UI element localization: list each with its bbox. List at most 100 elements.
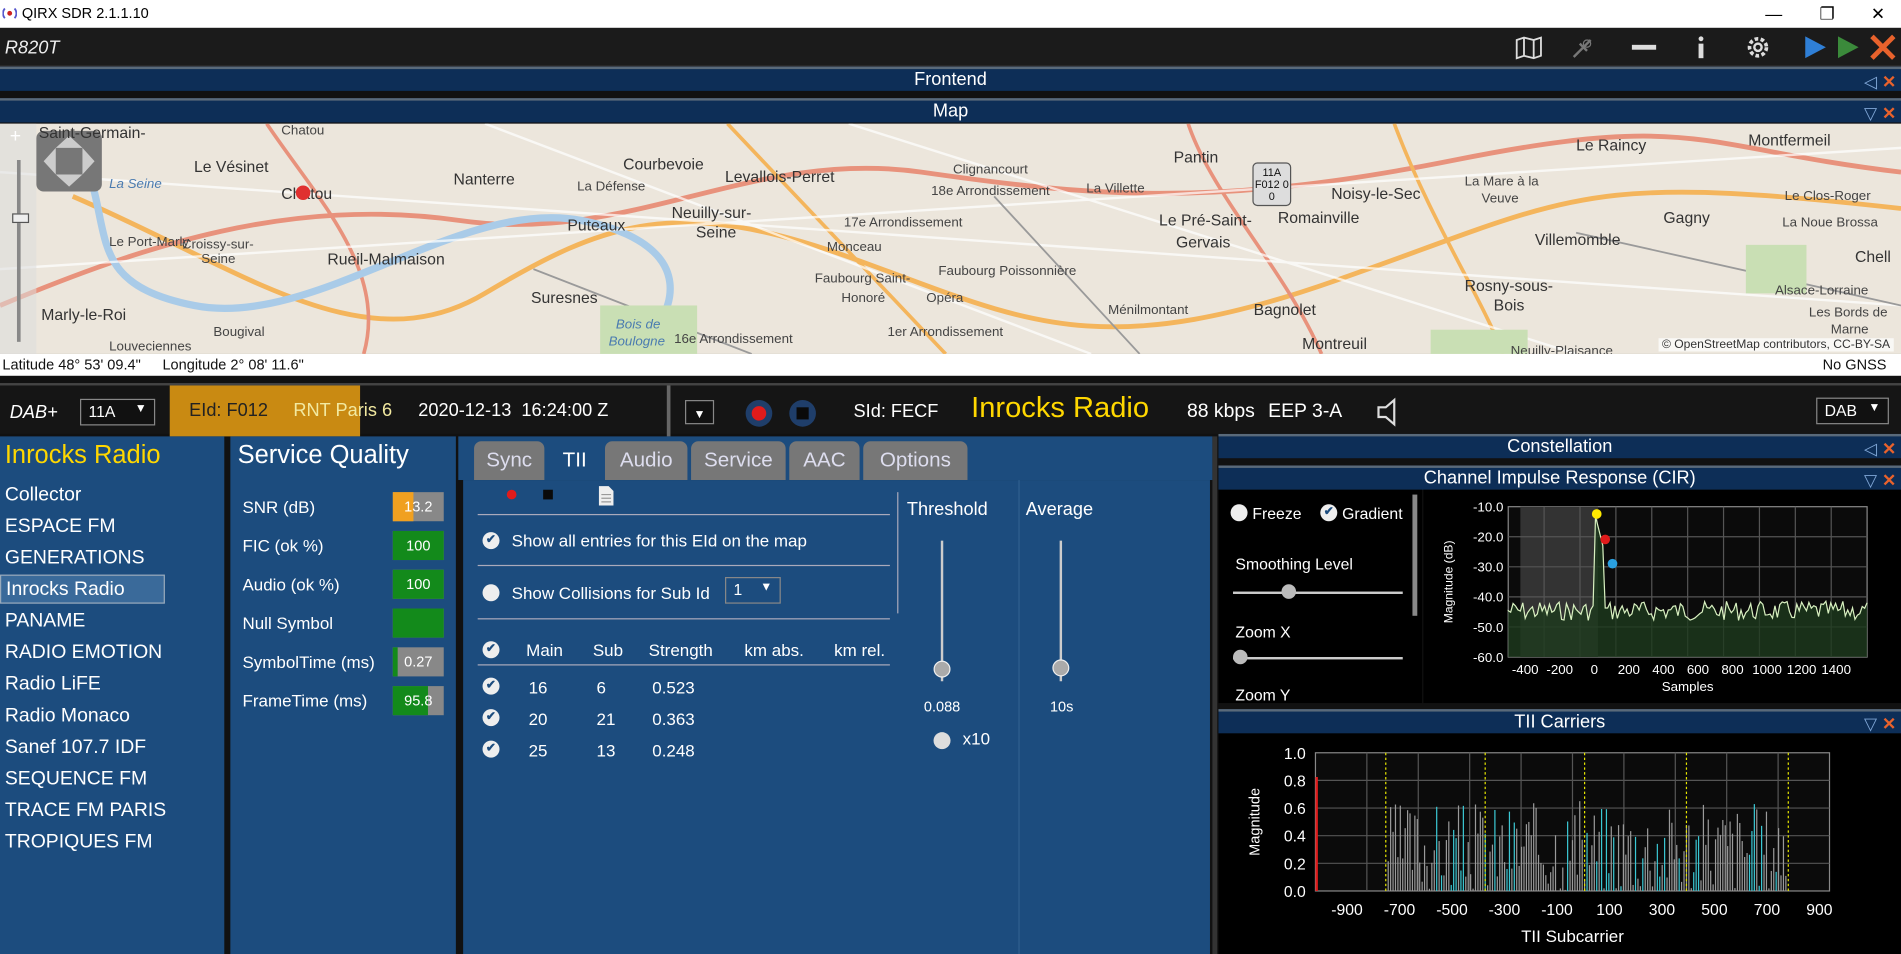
record-play-icon[interactable]	[1832, 33, 1864, 62]
restore-button[interactable]: ❐	[1799, 0, 1855, 28]
channel-select[interactable]: 11A ▼	[80, 398, 156, 426]
minimize-button[interactable]: —	[1746, 0, 1802, 28]
close-frontend-icon[interactable]: ✕	[1882, 72, 1896, 91]
record-icon[interactable]	[504, 487, 519, 502]
record-icon[interactable]	[744, 399, 773, 428]
cir-ylabel: Magnitude (dB)	[1441, 540, 1455, 623]
map-label: 18e Arrondissement	[931, 184, 1050, 199]
service-item-sequence-fm[interactable]: SEQUENCE FM	[5, 769, 147, 791]
col-km-abs[interactable]: km abs.	[744, 640, 803, 659]
row-checkbox[interactable]: ✔	[482, 709, 500, 727]
col-sub[interactable]: Sub	[593, 640, 623, 659]
map-label: Saint-Germain-	[38, 123, 146, 142]
col-strength[interactable]: Strength	[649, 640, 713, 659]
col-km-rel[interactable]: km rel.	[834, 640, 885, 659]
service-item-espace-fm[interactable]: ESPACE FM	[5, 516, 116, 538]
select-all-checkbox[interactable]: ✔	[482, 641, 500, 659]
map-label: Nanterre	[453, 169, 515, 188]
minus-icon[interactable]	[1628, 33, 1660, 62]
zoomx-slider[interactable]	[1233, 649, 1248, 665]
tab-sync[interactable]: Sync	[474, 441, 545, 481]
map-label: Honoré	[841, 290, 886, 306]
tab-aac[interactable]: AAC	[789, 441, 860, 481]
satellite-icon[interactable]	[1569, 33, 1601, 62]
tii-xtick: 500	[1701, 902, 1728, 919]
freeze-radio[interactable]	[1230, 504, 1248, 522]
map-view[interactable]: + Saint-Germain- Chatou Le Vésinet Chato…	[0, 123, 1901, 354]
service-item-radio-emotion[interactable]: RADIO EMOTION	[5, 642, 162, 664]
map-label: Puteaux	[567, 215, 626, 234]
quality-value: 100	[406, 575, 431, 593]
cir-header: Channel Impulse Response (CIR) ▽ ✕	[1218, 465, 1901, 490]
scrollbar[interactable]	[1412, 494, 1418, 616]
average-slider[interactable]	[1052, 659, 1070, 677]
service-item-tropiques-fm[interactable]: TROPIQUES FM	[5, 832, 153, 854]
tab-tii[interactable]: TII	[548, 441, 602, 481]
service-item-sanef[interactable]: Sanef 107.7 IDF	[5, 737, 146, 759]
show-all-checkbox[interactable]: ✔	[482, 532, 500, 550]
collapse-triangle-icon[interactable]: ◁	[1864, 439, 1877, 458]
row-checkbox[interactable]: ✔	[482, 677, 500, 695]
service-dropdown[interactable]: ▼	[685, 400, 715, 425]
close-tii-carriers-icon[interactable]: ✕	[1882, 714, 1896, 733]
quality-bar: 100	[392, 569, 444, 599]
speaker-icon[interactable]	[1375, 396, 1402, 428]
expand-triangle-icon[interactable]: ▽	[1864, 103, 1877, 122]
service-item-inrocks-radio[interactable]: Inrocks Radio	[0, 574, 165, 604]
quality-bar-fill	[392, 647, 398, 677]
tab-service[interactable]: Service	[691, 441, 786, 481]
service-item-generations[interactable]: GENERATIONS	[5, 548, 145, 570]
document-icon[interactable]	[597, 485, 616, 507]
dab-info-bar: DAB+ 11A ▼ EId: F012 RNT Paris 6 2020-12…	[0, 383, 1901, 437]
play-icon[interactable]	[1799, 33, 1831, 62]
stop-x-icon[interactable]	[1867, 33, 1899, 62]
service-item-radio-life[interactable]: Radio LiFE	[5, 674, 101, 696]
threshold-slider[interactable]	[933, 661, 951, 678]
row-checkbox[interactable]: ✔	[482, 740, 500, 758]
tab-options[interactable]: Options	[863, 441, 968, 481]
map-label: 17e Arrondissement	[843, 215, 963, 231]
service-item-collector[interactable]: Collector	[5, 485, 82, 507]
close-cir-icon[interactable]: ✕	[1882, 470, 1896, 489]
expand-triangle-icon[interactable]: ▽	[1864, 470, 1877, 489]
info-icon[interactable]	[1685, 33, 1717, 62]
tii-carriers-chart: 1.0 0.8 0.6 0.4 0.2 0.0 -900 -700 -500 -300 -100 10…	[1218, 733, 1901, 954]
close-map-icon[interactable]: ✕	[1882, 103, 1896, 122]
service-item-paname[interactable]: PANAME	[5, 611, 85, 633]
band-select[interactable]: DAB ▼	[1816, 397, 1889, 425]
map-label: La Noue Brossa	[1782, 215, 1878, 231]
sub-id-select[interactable]: 1 ▼	[725, 577, 781, 604]
map-label: Seine	[201, 252, 236, 267]
smoothing-slider[interactable]	[1281, 584, 1297, 599]
map-icon[interactable]	[1513, 33, 1545, 62]
frontend-title: Frontend	[914, 69, 987, 90]
bitrate: 88 kbps	[1186, 401, 1255, 422]
ensemble-name: RNT Paris 6	[293, 400, 393, 421]
zoom-thumb[interactable]	[12, 213, 30, 224]
tii-xtick: 300	[1649, 902, 1676, 919]
cir-controls: Freeze ✔ Gradient Smoothing Level Zoom X…	[1218, 489, 1423, 704]
service-item-trace-fm[interactable]: TRACE FM PARIS	[5, 800, 166, 822]
close-constellation-icon[interactable]: ✕	[1882, 439, 1896, 458]
map-zoom-slider[interactable]: +	[0, 123, 37, 354]
zoom-in-icon[interactable]: +	[10, 126, 21, 148]
service-item-radio-monaco[interactable]: Radio Monaco	[5, 706, 130, 728]
show-collisions-radio[interactable]	[482, 584, 500, 602]
map-label: Le Port-Marly	[109, 235, 190, 250]
map-title: Map	[932, 100, 969, 122]
quality-label: FrameTime (ms)	[242, 690, 368, 711]
location-pin-icon[interactable]	[295, 184, 312, 201]
collapse-triangle-icon[interactable]: ◁	[1864, 72, 1877, 91]
stop-icon[interactable]	[788, 399, 817, 428]
close-window-button[interactable]: ✕	[1850, 0, 1901, 28]
stop-icon[interactable]	[541, 487, 556, 502]
map-label: Montreuil	[1302, 334, 1367, 353]
x10-radio[interactable]	[933, 732, 951, 750]
gradient-checkbox[interactable]: ✔	[1320, 504, 1338, 522]
settings-gear-icon[interactable]	[1742, 33, 1774, 62]
expand-triangle-icon[interactable]: ▽	[1864, 714, 1877, 733]
tab-audio[interactable]: Audio	[604, 441, 688, 481]
col-main[interactable]: Main	[526, 640, 563, 659]
tii-transmitter-marker[interactable]: 11A F012 0 0	[1252, 162, 1292, 207]
map-attribution[interactable]: © OpenStreetMap contributors, CC-BY-SA	[1658, 338, 1894, 352]
